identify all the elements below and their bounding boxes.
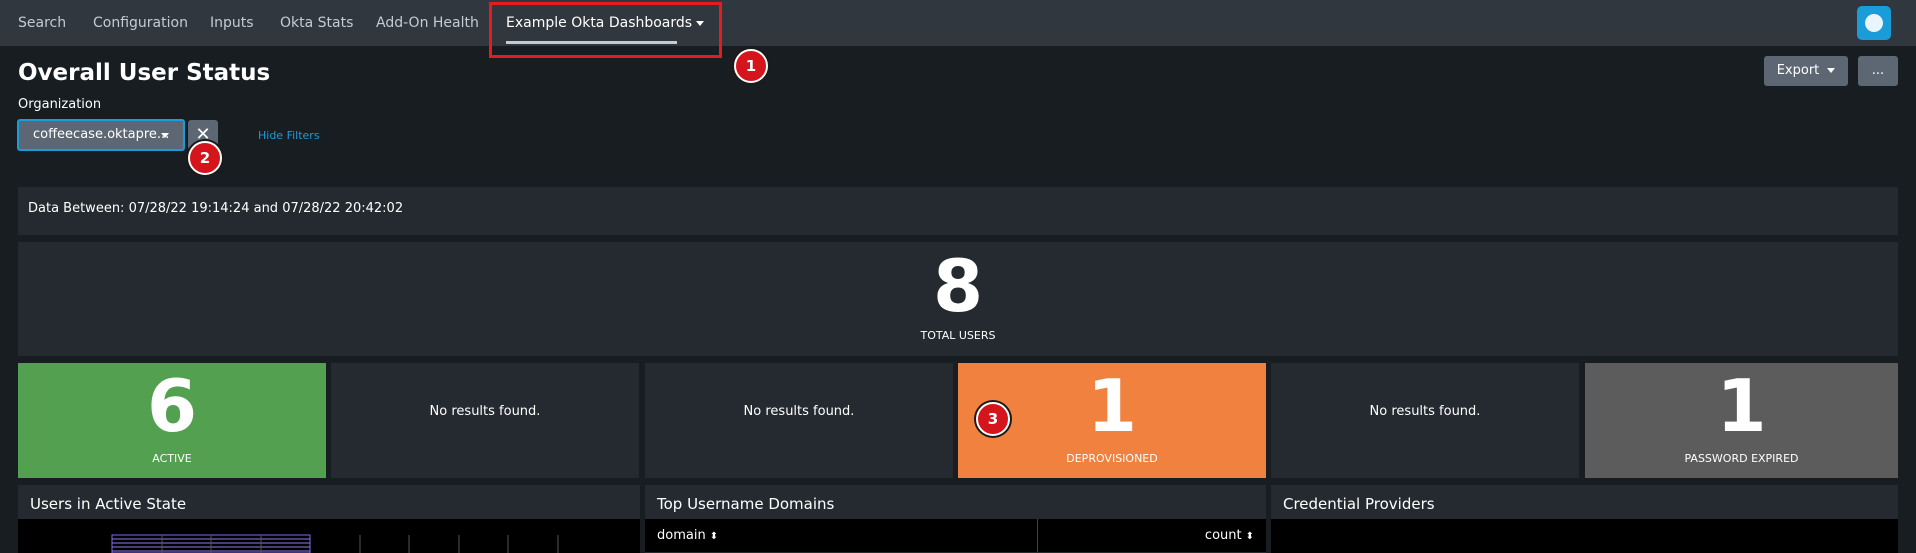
col-count-label: count xyxy=(1204,528,1242,543)
organization-dropdown[interactable]: coffeecase.oktapre... xyxy=(17,119,185,151)
col-domain-label: domain xyxy=(657,528,706,543)
export-button[interactable]: Export xyxy=(1764,56,1848,86)
avatar-icon xyxy=(1865,14,1883,32)
app-nav-bar: Search Configuration Inputs Okta Stats A… xyxy=(0,0,1916,46)
status-tile-3 xyxy=(645,363,953,478)
nav-search[interactable]: Search xyxy=(18,15,66,31)
credential-providers-title: Credential Providers xyxy=(1283,495,1435,513)
page-title: Overall User Status xyxy=(18,60,271,86)
caret-down-icon xyxy=(1827,68,1836,73)
nav-okta-stats[interactable]: Okta Stats xyxy=(280,15,353,31)
total-users-label: TOTAL USERS xyxy=(920,329,996,342)
hide-filters-link[interactable]: Hide Filters xyxy=(258,129,320,142)
organization-selected-value: coffeecase.oktapre... xyxy=(33,127,170,142)
sort-icon: ⬍ xyxy=(709,531,719,542)
export-button-label: Export xyxy=(1776,63,1820,78)
no-results-text: No results found. xyxy=(1369,404,1481,419)
password-expired-label: PASSWORD EXPIRED xyxy=(1684,452,1799,465)
annotation-badge-3: 3 xyxy=(976,402,1010,436)
data-between-text: Data Between: 07/28/22 19:14:24 and 07/2… xyxy=(28,201,404,216)
nav-configuration[interactable]: Configuration xyxy=(93,15,188,31)
active-state-chart xyxy=(111,534,559,553)
users-active-state-title: Users in Active State xyxy=(30,495,187,513)
annotation-badge-2: 2 xyxy=(188,141,222,175)
active-state-chart-area xyxy=(18,519,640,553)
status-tile-2 xyxy=(331,363,639,478)
col-domain[interactable]: domain ⬍ xyxy=(657,528,718,543)
more-actions-button[interactable]: ... xyxy=(1858,56,1898,86)
domains-table-header: domain ⬍ count ⬍ xyxy=(645,519,1266,552)
nav-add-on-health[interactable]: Add-On Health xyxy=(376,15,479,31)
sort-icon: ⬍ xyxy=(1245,531,1254,542)
active-label: ACTIVE xyxy=(152,452,192,465)
deprovisioned-label: DEPROVISIONED xyxy=(1066,452,1158,465)
no-results-text: No results found. xyxy=(743,404,855,419)
nav-inputs[interactable]: Inputs xyxy=(210,15,254,31)
user-avatar[interactable] xyxy=(1857,6,1891,40)
password-expired-value: 1 xyxy=(1716,364,1767,448)
status-tile-5 xyxy=(1271,363,1579,478)
annotation-badge-1: 1 xyxy=(734,49,768,83)
column-divider xyxy=(1037,519,1038,552)
col-count[interactable]: count ⬍ xyxy=(1205,528,1254,543)
top-username-domains-title: Top Username Domains xyxy=(657,495,835,513)
annotation-highlight-box xyxy=(489,2,722,58)
no-results-text: No results found. xyxy=(429,404,541,419)
credential-providers-area xyxy=(1271,519,1898,553)
total-users-value: 8 xyxy=(932,244,984,328)
caret-down-icon xyxy=(161,133,169,138)
active-value: 6 xyxy=(146,364,198,448)
organization-filter-label: Organization xyxy=(18,97,102,112)
